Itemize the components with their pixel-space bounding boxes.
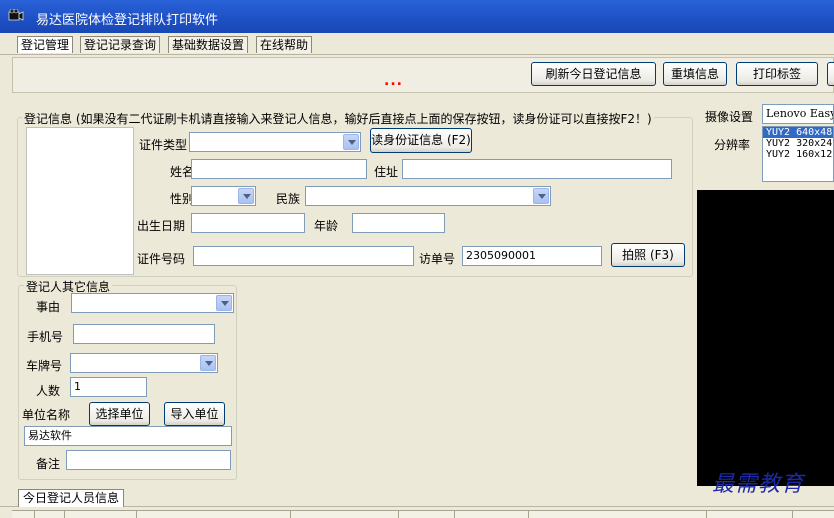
resolution-list[interactable]: YUY2 640x48 YUY2 320x24 YUY2 160x12	[762, 126, 834, 182]
table-column-divider	[136, 511, 137, 518]
phone-label: 手机号	[27, 330, 64, 344]
cert-type-select[interactable]	[189, 132, 361, 152]
table-column-divider	[792, 511, 793, 518]
table-column-divider	[64, 511, 65, 518]
chevron-down-icon[interactable]	[200, 355, 216, 371]
plate-select[interactable]	[70, 353, 218, 373]
visit-number-label: 访单号	[419, 252, 456, 266]
read-id-card-button[interactable]: 读身份证信息 (F2)	[370, 128, 472, 153]
unit-name-input[interactable]: 易达软件	[24, 426, 232, 446]
table-header	[12, 510, 834, 518]
tab-online-help[interactable]: 在线帮助	[256, 36, 313, 53]
resolution-label: 分辨率	[714, 138, 751, 152]
camera-device-label: 摄像设置	[705, 110, 754, 124]
table-column-divider	[34, 511, 35, 518]
gender-select[interactable]	[191, 186, 256, 206]
take-photo-button[interactable]: 拍照 (F3)	[611, 243, 685, 267]
note-label: 备注	[36, 457, 61, 471]
unit-name-label: 单位名称	[22, 408, 71, 422]
refill-button[interactable]: 重填信息	[663, 62, 727, 86]
loading-dots: ...	[384, 73, 403, 89]
camera-preview	[697, 190, 834, 486]
select-unit-button[interactable]: 选择单位	[89, 402, 150, 426]
toolbar-overflow-button[interactable]	[827, 62, 834, 86]
phone-input[interactable]	[73, 324, 215, 344]
reason-select[interactable]	[71, 293, 234, 313]
cert-number-label: 证件号码	[137, 252, 186, 266]
address-label: 住址	[374, 165, 399, 179]
title-bar: 易达医院体检登记排队打印软件	[0, 0, 834, 33]
people-count-input[interactable]: 1	[70, 377, 147, 397]
photo-preview	[26, 127, 134, 275]
birth-date-label: 出生日期	[137, 219, 186, 233]
menu-bar: 登记管理 登记记录查询 基础数据设置 在线帮助	[0, 33, 834, 55]
cert-type-label: 证件类型	[139, 138, 188, 152]
name-input[interactable]	[191, 159, 367, 179]
ethnic-select[interactable]	[305, 186, 551, 206]
chevron-down-icon[interactable]	[533, 188, 549, 204]
visit-number-input[interactable]: 2305090001	[462, 246, 602, 266]
cert-number-input[interactable]	[193, 246, 414, 266]
reason-label: 事由	[36, 300, 61, 314]
note-input[interactable]	[66, 450, 231, 470]
camera-device-select[interactable]: Lenovo Easy	[762, 104, 834, 124]
birth-date-input[interactable]	[191, 213, 305, 233]
chevron-down-icon[interactable]	[343, 134, 359, 150]
chevron-down-icon[interactable]	[216, 295, 232, 311]
bottom-tab-divider	[0, 506, 834, 507]
refresh-today-button[interactable]: 刷新今日登记信息	[531, 62, 656, 86]
age-label: 年龄	[314, 219, 339, 233]
table-column-divider	[454, 511, 455, 518]
people-count-label: 人数	[36, 384, 61, 398]
watermark-text: 最需教育	[712, 472, 805, 497]
import-unit-button[interactable]: 导入单位	[164, 402, 225, 426]
resolution-option[interactable]: YUY2 160x12	[763, 149, 833, 160]
print-label-button[interactable]: 打印标签	[736, 62, 818, 86]
window-title: 易达医院体检登记排队打印软件	[36, 13, 219, 28]
register-legend: 登记信息 (如果没有二代证刷卡机请直接输入来登记人信息，输好后直接点上面的保存按…	[22, 110, 654, 127]
tab-today-registrants[interactable]: 今日登记人员信息	[18, 489, 125, 507]
plate-label: 车牌号	[26, 359, 63, 373]
ethnic-label: 民族	[276, 192, 301, 206]
tab-register[interactable]: 登记管理	[17, 36, 74, 53]
chevron-down-icon[interactable]	[238, 188, 254, 204]
camera-app-icon	[8, 9, 24, 21]
resolution-option[interactable]: YUY2 320x24	[763, 138, 833, 149]
age-input[interactable]	[352, 213, 445, 233]
table-column-divider	[706, 511, 707, 518]
resolution-option[interactable]: YUY2 640x48	[763, 127, 833, 138]
tab-register-query[interactable]: 登记记录查询	[80, 36, 161, 53]
table-column-divider	[528, 511, 529, 518]
table-column-divider	[290, 511, 291, 518]
address-input[interactable]	[402, 159, 672, 179]
table-column-divider	[398, 511, 399, 518]
tab-base-data[interactable]: 基础数据设置	[168, 36, 249, 53]
